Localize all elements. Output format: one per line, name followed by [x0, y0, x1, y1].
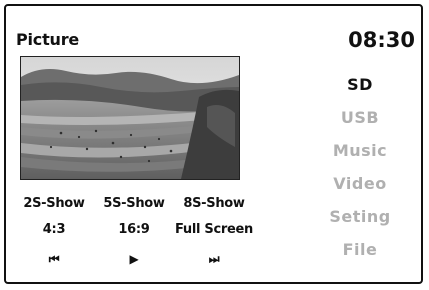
menu-item-file[interactable]: File [320, 240, 400, 273]
play-icon[interactable]: ▶ [94, 252, 174, 266]
landscape-photo [21, 57, 239, 179]
slideshow-2s-button[interactable]: 2S-Show [14, 196, 94, 211]
menu-item-setting[interactable]: Seting [320, 207, 400, 240]
aspect-full-screen-button[interactable]: Full Screen [174, 222, 254, 237]
slideshow-8s-button[interactable]: 8S-Show [174, 196, 254, 211]
menu-item-video[interactable]: Video [320, 174, 400, 207]
clock: 08:30 [348, 28, 415, 52]
aspect-4-3-button[interactable]: 4:3 [14, 222, 94, 237]
picture-preview[interactable] [20, 56, 240, 180]
menu-item-sd[interactable]: SD [320, 75, 400, 108]
aspect-16-9-button[interactable]: 16:9 [94, 222, 174, 237]
previous-icon[interactable]: ⏮ [14, 252, 94, 267]
menu-item-usb[interactable]: USB [320, 108, 400, 141]
next-icon[interactable]: ⏭ [174, 252, 254, 267]
menu-item-music[interactable]: Music [320, 141, 400, 174]
source-menu: SD USB Music Video Seting File [320, 75, 400, 273]
slideshow-5s-button[interactable]: 5S-Show [94, 196, 174, 211]
page-title: Picture [16, 30, 80, 49]
